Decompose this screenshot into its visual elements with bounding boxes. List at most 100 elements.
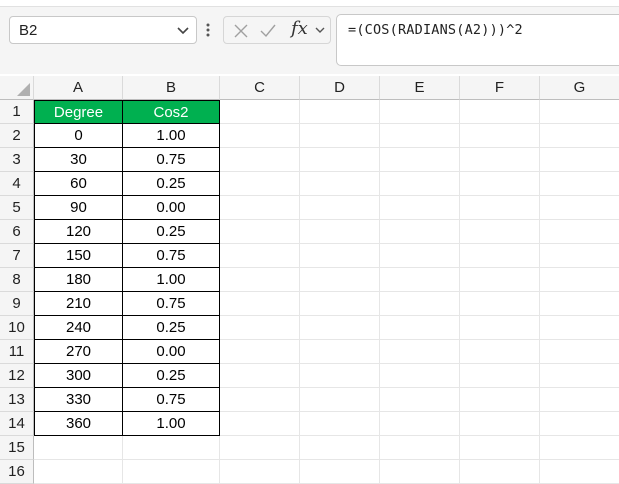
cell-empty[interactable]: [540, 388, 619, 412]
select-all-corner[interactable]: [0, 76, 34, 100]
cell-empty[interactable]: [540, 436, 619, 460]
cell-empty[interactable]: [220, 292, 300, 316]
cell-empty[interactable]: [300, 436, 380, 460]
column-header[interactable]: A: [34, 76, 123, 100]
row-header[interactable]: 11: [0, 340, 34, 364]
column-header[interactable]: C: [220, 76, 300, 100]
cell-b[interactable]: 0.75: [123, 388, 220, 412]
row-header[interactable]: 3: [0, 148, 34, 172]
cell-empty[interactable]: [540, 100, 619, 124]
cell-empty[interactable]: [380, 292, 460, 316]
column-header[interactable]: E: [380, 76, 460, 100]
cell-empty[interactable]: [220, 244, 300, 268]
cell-empty[interactable]: [460, 100, 540, 124]
cell-empty[interactable]: [460, 244, 540, 268]
cell-a[interactable]: [34, 460, 123, 484]
cell-b[interactable]: 0.25: [123, 220, 220, 244]
cell-b[interactable]: 1.00: [123, 124, 220, 148]
cell-empty[interactable]: [220, 388, 300, 412]
cell-a[interactable]: 210: [34, 292, 123, 316]
cell-empty[interactable]: [460, 316, 540, 340]
chevron-down-icon[interactable]: [176, 23, 190, 37]
cell-empty[interactable]: [300, 460, 380, 484]
row-header[interactable]: 12: [0, 364, 34, 388]
formula-input[interactable]: =(COS(RADIANS(A2)))^2: [336, 14, 619, 66]
cell-empty[interactable]: [540, 196, 619, 220]
column-header[interactable]: D: [300, 76, 380, 100]
cell-empty[interactable]: [300, 124, 380, 148]
row-header[interactable]: 15: [0, 436, 34, 460]
row-header[interactable]: 1: [0, 100, 34, 124]
cell-empty[interactable]: [300, 244, 380, 268]
cell-empty[interactable]: [220, 460, 300, 484]
cell-empty[interactable]: [540, 292, 619, 316]
cell-empty[interactable]: [460, 220, 540, 244]
cell-a[interactable]: 30: [34, 148, 123, 172]
cell-a[interactable]: 360: [34, 412, 123, 436]
cell-empty[interactable]: [300, 364, 380, 388]
cell-empty[interactable]: [460, 340, 540, 364]
cell-b[interactable]: [123, 460, 220, 484]
cell-empty[interactable]: [220, 268, 300, 292]
cell-b[interactable]: 0.75: [123, 292, 220, 316]
more-options-icon[interactable]: [205, 22, 211, 38]
cell-empty[interactable]: [300, 196, 380, 220]
cell-empty[interactable]: [380, 100, 460, 124]
row-header[interactable]: 16: [0, 460, 34, 484]
row-header[interactable]: 6: [0, 220, 34, 244]
cell-a[interactable]: 0: [34, 124, 123, 148]
cell-empty[interactable]: [460, 412, 540, 436]
cell-b[interactable]: 1.00: [123, 268, 220, 292]
cell-empty[interactable]: [380, 412, 460, 436]
cell-empty[interactable]: [380, 316, 460, 340]
cell-empty[interactable]: [540, 412, 619, 436]
row-header[interactable]: 7: [0, 244, 34, 268]
enter-check-icon[interactable]: [259, 22, 277, 40]
cell-a[interactable]: Degree: [34, 100, 123, 124]
row-header[interactable]: 10: [0, 316, 34, 340]
cell-empty[interactable]: [380, 244, 460, 268]
cell-empty[interactable]: [540, 148, 619, 172]
cell-empty[interactable]: [460, 436, 540, 460]
cell-empty[interactable]: [540, 124, 619, 148]
cell-empty[interactable]: [300, 316, 380, 340]
cell-empty[interactable]: [300, 340, 380, 364]
cell-b[interactable]: 0.75: [123, 244, 220, 268]
cell-empty[interactable]: [220, 100, 300, 124]
cell-a[interactable]: 300: [34, 364, 123, 388]
cell-empty[interactable]: [540, 460, 619, 484]
cell-empty[interactable]: [540, 268, 619, 292]
cell-empty[interactable]: [540, 364, 619, 388]
chevron-down-icon[interactable]: [314, 24, 326, 36]
cell-empty[interactable]: [460, 172, 540, 196]
cell-a[interactable]: [34, 436, 123, 460]
cell-empty[interactable]: [380, 364, 460, 388]
cell-b[interactable]: 0.00: [123, 196, 220, 220]
name-box[interactable]: B2: [9, 16, 197, 44]
cell-empty[interactable]: [300, 388, 380, 412]
cell-empty[interactable]: [380, 388, 460, 412]
cell-a[interactable]: 330: [34, 388, 123, 412]
row-header[interactable]: 2: [0, 124, 34, 148]
cell-empty[interactable]: [540, 316, 619, 340]
cancel-icon[interactable]: [232, 22, 250, 40]
row-header[interactable]: 9: [0, 292, 34, 316]
cell-empty[interactable]: [300, 220, 380, 244]
cell-a[interactable]: 90: [34, 196, 123, 220]
cell-empty[interactable]: [380, 148, 460, 172]
cell-empty[interactable]: [460, 268, 540, 292]
column-header[interactable]: G: [540, 76, 619, 100]
cell-empty[interactable]: [380, 268, 460, 292]
cell-empty[interactable]: [220, 196, 300, 220]
row-header[interactable]: 13: [0, 388, 34, 412]
cell-empty[interactable]: [380, 220, 460, 244]
cell-empty[interactable]: [300, 100, 380, 124]
cell-empty[interactable]: [220, 412, 300, 436]
cell-empty[interactable]: [300, 412, 380, 436]
row-header[interactable]: 4: [0, 172, 34, 196]
cell-empty[interactable]: [220, 316, 300, 340]
row-header[interactable]: 5: [0, 196, 34, 220]
cell-empty[interactable]: [460, 148, 540, 172]
cell-a[interactable]: 120: [34, 220, 123, 244]
cell-b[interactable]: 0.00: [123, 340, 220, 364]
